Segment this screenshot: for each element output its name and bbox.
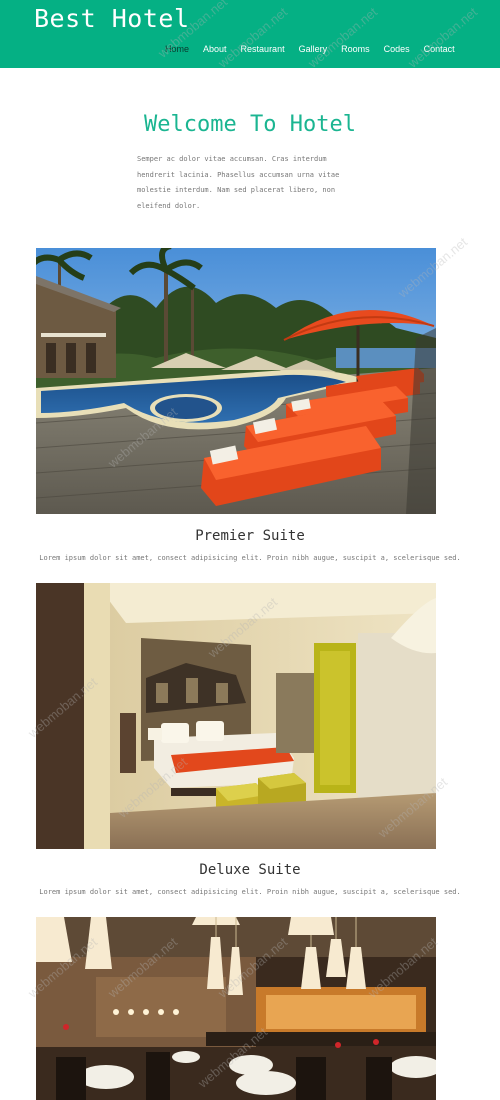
suite-title-premier: Premier Suite: [195, 528, 305, 544]
welcome-text: Semper ac dolor vitae accumsan. Cras int…: [137, 155, 340, 210]
site-header: Best Hotel Home About Restaurant Gallery…: [0, 0, 500, 68]
nav-item-rooms[interactable]: Rooms: [334, 44, 377, 54]
nav-item-restaurant[interactable]: Restaurant: [234, 44, 292, 54]
suite-text-deluxe: Lorem ipsum dolor sit amet, consect adip…: [39, 888, 461, 896]
suite-title-deluxe: Deluxe Suite: [199, 862, 301, 878]
room-photo: [36, 583, 436, 849]
nav-item-gallery[interactable]: Gallery: [292, 44, 335, 54]
site-logo[interactable]: Best Hotel: [34, 4, 190, 33]
nav-item-home[interactable]: Home: [165, 44, 196, 54]
main-nav: Home About Restaurant Gallery Rooms Code…: [165, 44, 462, 54]
nav-item-about[interactable]: About: [196, 44, 234, 54]
nav-item-codes[interactable]: Codes: [377, 44, 417, 54]
pool-photo: [36, 248, 436, 514]
restaurant-photo: [36, 917, 436, 1100]
nav-item-contact[interactable]: Contact: [417, 44, 462, 54]
suite-text-premier: Lorem ipsum dolor sit amet, consect adip…: [39, 554, 461, 562]
welcome-title: Welcome To Hotel: [144, 112, 356, 137]
